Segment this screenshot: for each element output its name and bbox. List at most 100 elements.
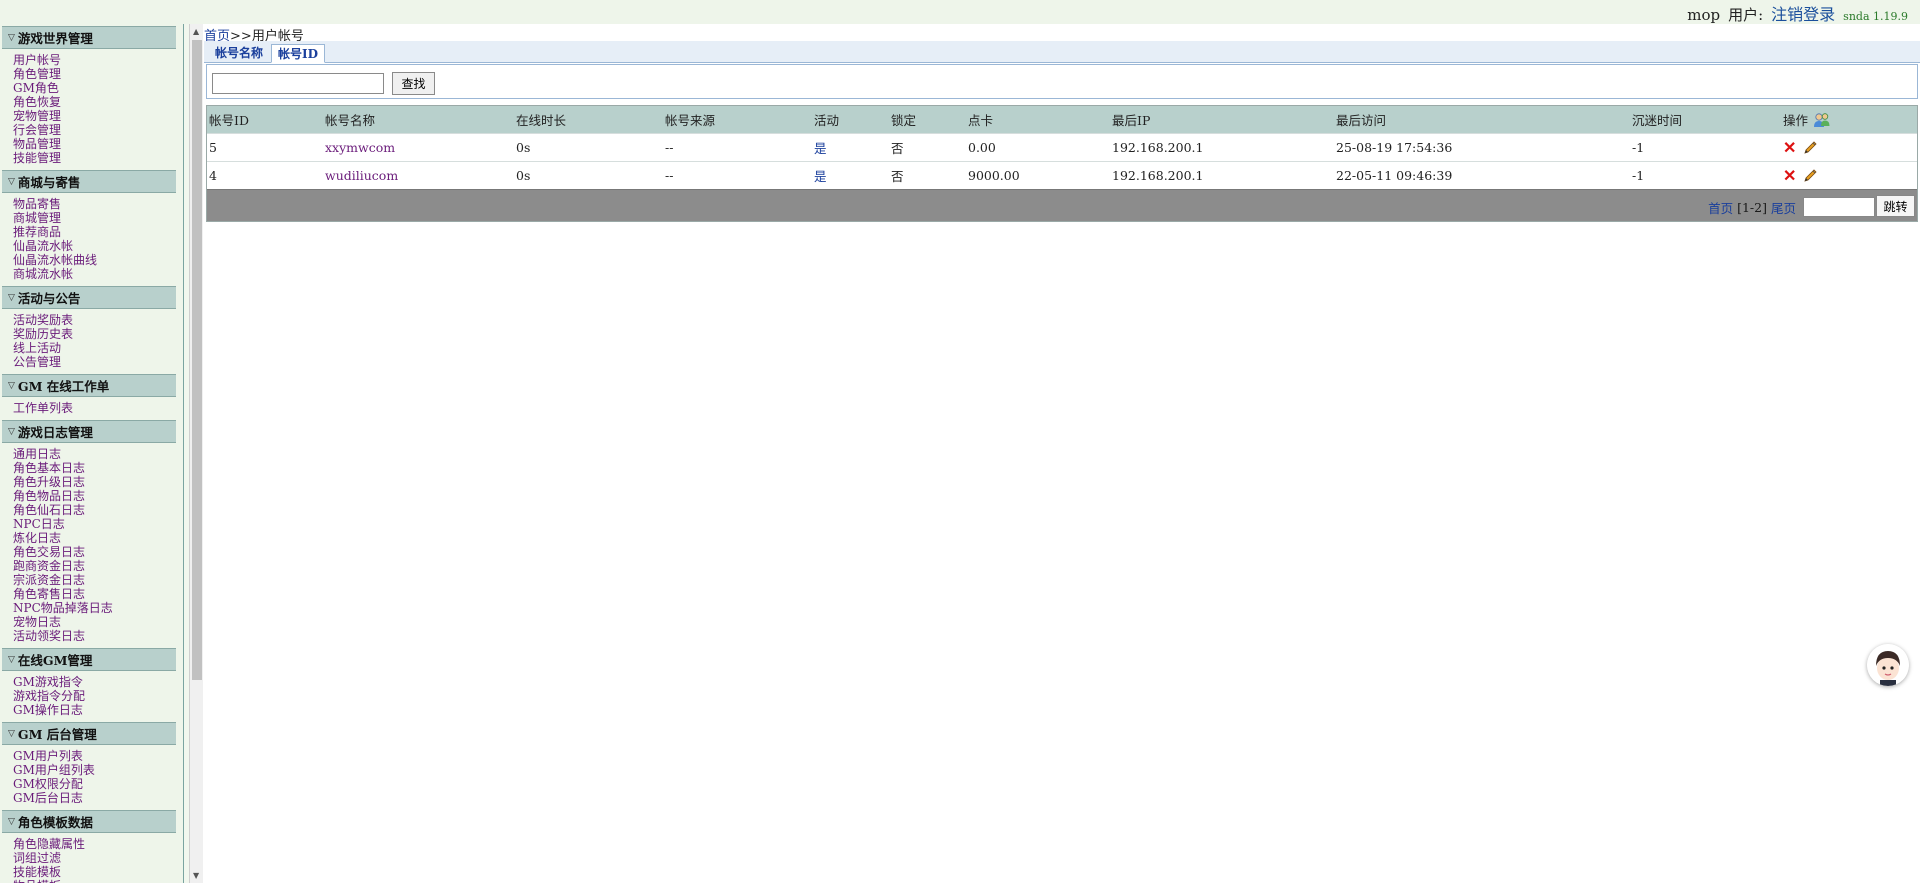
cell-account-name[interactable]: xxymwcom [325,134,395,161]
header-locked: 锁定 [891,113,917,128]
table-row: 4 wudiliucom 0s -- 是 否 9000.00 192.168.200.1 22-… [207,161,1917,189]
cell-locked: 否 [891,141,904,156]
sidebar-item[interactable]: 游戏指令分配 [13,689,176,703]
sidebar-group-header[interactable]: ▽ 游戏日志管理 [2,420,176,443]
sidebar-item[interactable]: GM用户列表 [13,749,176,763]
sidebar-item[interactable]: 角色寄售日志 [13,587,176,601]
header-online-time: 在线时长 [516,113,567,128]
sidebar-group-header[interactable]: ▽ 角色模板数据 [2,810,176,833]
sidebar-group-header[interactable]: ▽ GM 后台管理 [2,722,176,745]
sidebar-group-header[interactable]: ▽ 在线GM管理 [2,648,176,671]
sidebar: ▽ 游戏世界管理 用户帐号 角色管理 GM角色 角色恢复 宠物管理 行会管理 物品管理 技能管理 ▽… [2,24,176,883]
sidebar-group-items: 角色隐藏属性词组过滤技能模板物品模板导组管理 [2,833,176,883]
scrollbar-thumb[interactable] [192,40,202,680]
sidebar-item[interactable]: 商城流水帐 [13,267,176,281]
sidebar-group-header[interactable]: ▽ 活动与公告 [2,286,176,309]
sidebar-item[interactable]: 仙晶流水帐曲线 [13,253,176,267]
sidebar-item[interactable]: 角色物品日志 [13,489,176,503]
cell-active[interactable]: 是 [814,134,827,161]
sidebar-item[interactable]: 奖励历史表 [13,327,176,341]
sidebar-group-header[interactable]: ▽ GM 在线工作单 [2,374,176,397]
scroll-down-icon[interactable]: ▼ [193,871,199,880]
sidebar-group-items: 物品寄售 商城管理 推荐商品 仙晶流水帐 仙晶流水帐曲线 商城流水帐 [2,193,176,281]
sidebar-item[interactable]: 商城管理 [13,211,176,225]
sidebar-scrollbar[interactable]: ▲ ▼ [189,24,203,883]
sidebar-item[interactable]: NPC日志 [13,517,176,531]
jump-button[interactable]: 跳转 [1876,195,1915,217]
scroll-up-icon[interactable]: ▲ [193,27,199,36]
sidebar-item[interactable]: 角色交易日志 [13,545,176,559]
first-page-link[interactable]: 首页 [1708,198,1733,217]
sidebar-item[interactable]: 线上活动 [13,341,176,355]
tab-account-name[interactable]: 帐号名称 [209,44,269,63]
sidebar-group-title: 游戏世界管理 [17,31,93,46]
header-last-visit: 最后访问 [1336,113,1387,128]
pencil-icon[interactable] [1802,168,1818,184]
logout-link[interactable]: 注销登录 [1771,1,1835,25]
search-input[interactable] [212,73,384,94]
sidebar-item[interactable]: GM用户组列表 [13,763,176,777]
sidebar-item[interactable]: 宠物日志 [13,615,176,629]
tab-account-id[interactable]: 帐号ID [271,44,326,63]
sidebar-item[interactable]: 角色隐藏属性 [13,837,176,851]
sidebar-item[interactable]: 物品寄售 [13,197,176,211]
sidebar-item[interactable]: 行会管理 [13,123,176,137]
add-user-icon[interactable] [1813,112,1831,128]
page-range: [1-2] [1737,199,1767,215]
sidebar-item[interactable]: 工作单列表 [13,401,176,415]
cell-active[interactable]: 是 [814,162,827,189]
sidebar-item[interactable]: GM游戏指令 [13,675,176,689]
header-account-source: 帐号来源 [665,113,716,128]
sidebar-item[interactable]: 推荐商品 [13,225,176,239]
sidebar-item[interactable]: 角色升级日志 [13,475,176,489]
cell-account-name[interactable]: wudiliucom [325,162,398,189]
close-icon[interactable]: ✕ [1783,138,1796,157]
jump-page-input[interactable] [1803,197,1875,217]
sidebar-item[interactable]: 词组过滤 [13,851,176,865]
sidebar-item[interactable]: 活动领奖日志 [13,629,176,643]
collapse-triangle-icon: ▽ [8,32,15,43]
sidebar-item[interactable]: 通用日志 [13,447,176,461]
last-page-link[interactable]: 尾页 [1771,198,1796,217]
sidebar-item[interactable]: 宠物管理 [13,109,176,123]
pagination: 首页 [1-2] 尾页 [1708,197,1875,217]
table-header-row: 帐号ID 帐号名称 在线时长 帐号来源 活动 锁定 点卡 最后IP 最后访问 沉… [207,106,1917,133]
sidebar-group-header[interactable]: ▽ 商城与寄售 [2,170,176,193]
sidebar-group-title: 角色模板数据 [17,815,93,830]
sidebar-item[interactable]: 公告管理 [13,355,176,369]
sidebar-item[interactable]: 物品模板 [13,879,176,883]
sidebar-item[interactable]: 仙晶流水帐 [13,239,176,253]
sidebar-item[interactable]: GM权限分配 [13,777,176,791]
header-account-id: 帐号ID [209,113,249,128]
sidebar-group-header[interactable]: ▽ 游戏世界管理 [2,26,176,49]
sidebar-item[interactable]: GM角色 [13,81,176,95]
sidebar-item[interactable]: 角色基本日志 [13,461,176,475]
sidebar-item[interactable]: 物品管理 [13,137,176,151]
cell-card: 9000.00 [968,168,1020,183]
sidebar-group-title: 活动与公告 [17,291,81,306]
close-icon[interactable]: ✕ [1783,166,1796,185]
sidebar-item[interactable]: 技能模板 [13,865,176,879]
cell-account-source: -- [665,168,674,183]
sidebar-item[interactable]: 技能管理 [13,151,176,165]
sidebar-item[interactable]: 角色恢复 [13,95,176,109]
sidebar-item[interactable]: 角色仙石日志 [13,503,176,517]
sidebar-item[interactable]: 用户帐号 [13,53,176,67]
sidebar-item[interactable]: 角色管理 [13,67,176,81]
search-button[interactable]: 查找 [392,72,435,95]
sidebar-group-title: GM 在线工作单 [17,379,110,394]
sidebar-item[interactable]: NPC物品掉落日志 [13,601,176,615]
sidebar-group-items: GM游戏指令 游戏指令分配 GM操作日志 [2,671,176,717]
sidebar-item[interactable]: GM操作日志 [13,703,176,717]
collapse-triangle-icon: ▽ [8,654,15,665]
pencil-icon[interactable] [1802,140,1818,156]
header-last-ip: 最后IP [1112,113,1151,128]
sidebar-item[interactable]: GM后台日志 [13,791,176,805]
sidebar-item[interactable]: 炼化日志 [13,531,176,545]
sidebar-item[interactable]: 活动奖励表 [13,313,176,327]
sidebar-item[interactable]: 跑商资金日志 [13,559,176,573]
collapse-triangle-icon: ▽ [8,728,15,739]
assistant-avatar-icon[interactable] [1867,644,1909,686]
sidebar-item[interactable]: 宗派资金日志 [13,573,176,587]
cell-last-ip: 192.168.200.1 [1112,140,1204,155]
